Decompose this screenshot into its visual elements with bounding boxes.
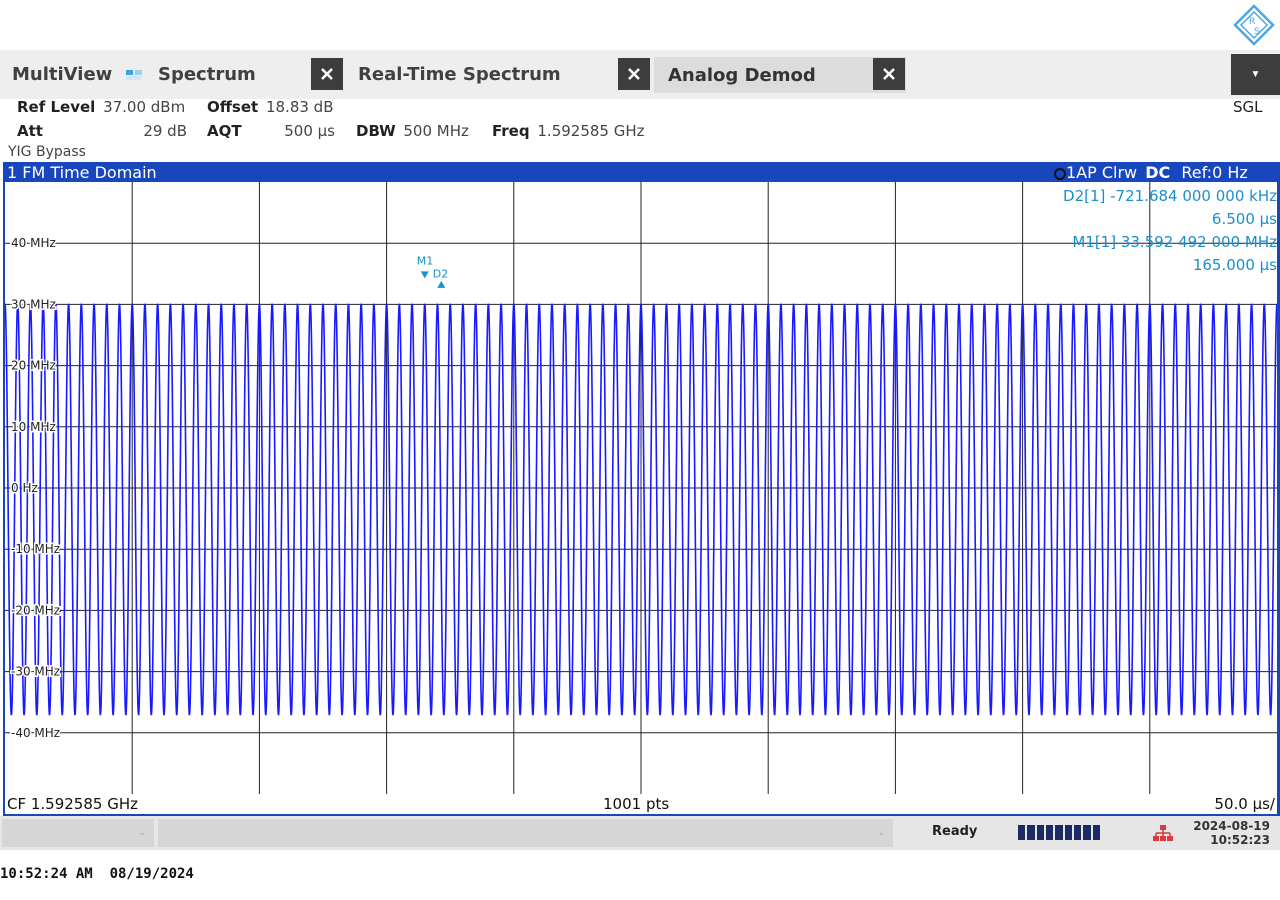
y-tick-label: 10 MHz (11, 420, 56, 434)
freq-value: 1.592585 GHz (537, 122, 645, 140)
status-dropdown-left[interactable]: ⌄ (2, 819, 154, 847)
y-tick-label: 20 MHz (11, 359, 56, 373)
aqt-label: AQT (207, 122, 242, 140)
ref-value: 0 Hz (1212, 163, 1248, 182)
marker-d2-icon (437, 280, 446, 288)
marker-m1-name: M1[1] (1072, 233, 1117, 251)
tab-bar: MultiView Spectrum Real-Time Spectrum An… (0, 50, 1280, 99)
aqt-value: 500 µs (284, 122, 335, 140)
offset-label: Offset (207, 98, 259, 116)
att-setting[interactable]: Att 29 dB (17, 122, 187, 140)
offset-setting[interactable]: Offset 18.83 dB (207, 98, 334, 116)
markers: M1D2 (417, 254, 448, 288)
ref-label: Ref: (1181, 163, 1213, 182)
caret-down-icon: ▼ (1250, 69, 1261, 80)
marker-d2-name: D2[1] (1063, 187, 1106, 205)
close-real-time-spectrum-button[interactable] (618, 58, 650, 90)
sweep-points[interactable]: 1001 pts (603, 795, 669, 813)
chevron-down-icon: ⌄ (138, 827, 146, 837)
menu-dropdown-button[interactable]: ▼ (1231, 54, 1280, 95)
diagram-window: 1 FM Time Domain 1AP Clrw DC Ref:0 Hz 40… (3, 162, 1280, 816)
tab-label: Real-Time Spectrum (358, 64, 561, 85)
dbw-value: 500 MHz (403, 122, 469, 140)
tab-spectrum[interactable]: Spectrum (158, 50, 256, 99)
diagram-title-bar[interactable]: 1 FM Time Domain 1AP Clrw DC Ref:0 Hz (3, 162, 1280, 182)
tab-label: Spectrum (158, 64, 256, 85)
center-frequency[interactable]: CF 1.592585 GHz (7, 795, 138, 813)
trace-info: 1AP Clrw DC Ref:0 Hz (1054, 163, 1248, 182)
y-tick-label: 40 MHz (11, 236, 56, 250)
svg-text:R: R (1249, 17, 1255, 27)
y-tick-label: -10 MHz (11, 542, 60, 556)
marker-d2-value: -721.684 000 000 kHz (1110, 187, 1277, 205)
y-tick-label: 0 Hz (11, 481, 38, 495)
y-tick-label: -40 MHz (11, 726, 60, 740)
progress-indicator (1018, 825, 1100, 840)
tab-analog-demod[interactable]: Analog Demod (654, 57, 906, 93)
dbw-setting[interactable]: DBW 500 MHz (356, 122, 469, 140)
status-bar: ⌄ ⌄ Ready 2024-08-19 10:52:23 (0, 816, 1280, 850)
status-time: 10:52:23 (1210, 833, 1270, 847)
network-icon[interactable] (1153, 824, 1173, 842)
y-tick-label: -20 MHz (11, 603, 60, 617)
status-date: 2024-08-19 (1193, 819, 1270, 833)
ref-level-label: Ref Level (17, 98, 96, 116)
diagram-title: 1 FM Time Domain (7, 163, 157, 182)
y-tick-label: 30 MHz (11, 297, 56, 311)
diagram-footer: CF 1.592585 GHz 1001 pts 50.0 µs/ (5, 794, 1277, 814)
offset-value: 18.83 dB (265, 98, 334, 116)
marker-m1-icon (420, 271, 429, 279)
trace-indicator-icon (1054, 167, 1066, 180)
close-spectrum-button[interactable] (311, 58, 343, 90)
capture-timestamp: 10:52:24 AM 08/19/2024 (0, 866, 194, 882)
rs-logo: R S (1233, 4, 1275, 46)
status-datetime: 2024-08-19 10:52:23 (1180, 819, 1270, 847)
marker-d2-label: D2 (433, 267, 448, 280)
instrument-state: Ready (932, 824, 978, 839)
ref-level-value: 37.00 dBm (103, 98, 186, 116)
close-icon (628, 68, 640, 80)
close-icon (321, 68, 333, 80)
time-per-division[interactable]: 50.0 µs/ (1214, 795, 1275, 813)
tab-multiview[interactable]: MultiView (12, 50, 143, 99)
dbw-label: DBW (356, 122, 396, 140)
svg-text:S: S (1254, 27, 1260, 37)
multiview-icon (126, 69, 143, 80)
sweep-mode: SGL (1233, 98, 1263, 116)
att-value: 29 dB (143, 122, 187, 140)
tab-real-time-spectrum[interactable]: Real-Time Spectrum (358, 50, 561, 99)
marker-m1-value: 33.592 492 000 MHz (1120, 233, 1277, 251)
chevron-down-icon: ⌄ (877, 827, 885, 837)
status-dropdown-main[interactable]: ⌄ (158, 819, 893, 847)
plot-area[interactable]: 40 MHz 30 MHz 20 MHz 10 MHz 0 Hz -10 MHz -20 M… (5, 182, 1277, 794)
ref-level-setting[interactable]: Ref Level 37.00 dBm (17, 98, 185, 116)
marker-d2-x: 6.500 µs (1211, 210, 1277, 228)
marker-m1-label: M1 (417, 254, 434, 267)
marker-m1-x: 165.000 µs (1192, 256, 1277, 274)
tab-label: Analog Demod (668, 64, 816, 86)
aqt-setting[interactable]: AQT 500 µs (207, 122, 335, 140)
tab-label: MultiView (12, 64, 113, 85)
marker-m1-row: M1[1] 33.592 492 000 MHz (1063, 231, 1277, 254)
freq-label: Freq (492, 122, 530, 140)
marker-d2-row: D2[1] -721.684 000 000 kHz (1063, 185, 1277, 208)
att-label: Att (17, 122, 43, 140)
freq-setting[interactable]: Freq 1.592585 GHz (492, 122, 645, 140)
yig-bypass-label: YIG Bypass (8, 144, 86, 160)
trace-mode: 1AP Clrw (1066, 163, 1138, 182)
close-analog-demod-button[interactable] (873, 58, 905, 90)
close-icon (883, 68, 895, 80)
y-tick-label: -30 MHz (11, 665, 60, 679)
coupling: DC (1145, 163, 1171, 182)
marker-table: D2[1] -721.684 000 000 kHz 6.500 µs M1[1… (1063, 185, 1277, 277)
